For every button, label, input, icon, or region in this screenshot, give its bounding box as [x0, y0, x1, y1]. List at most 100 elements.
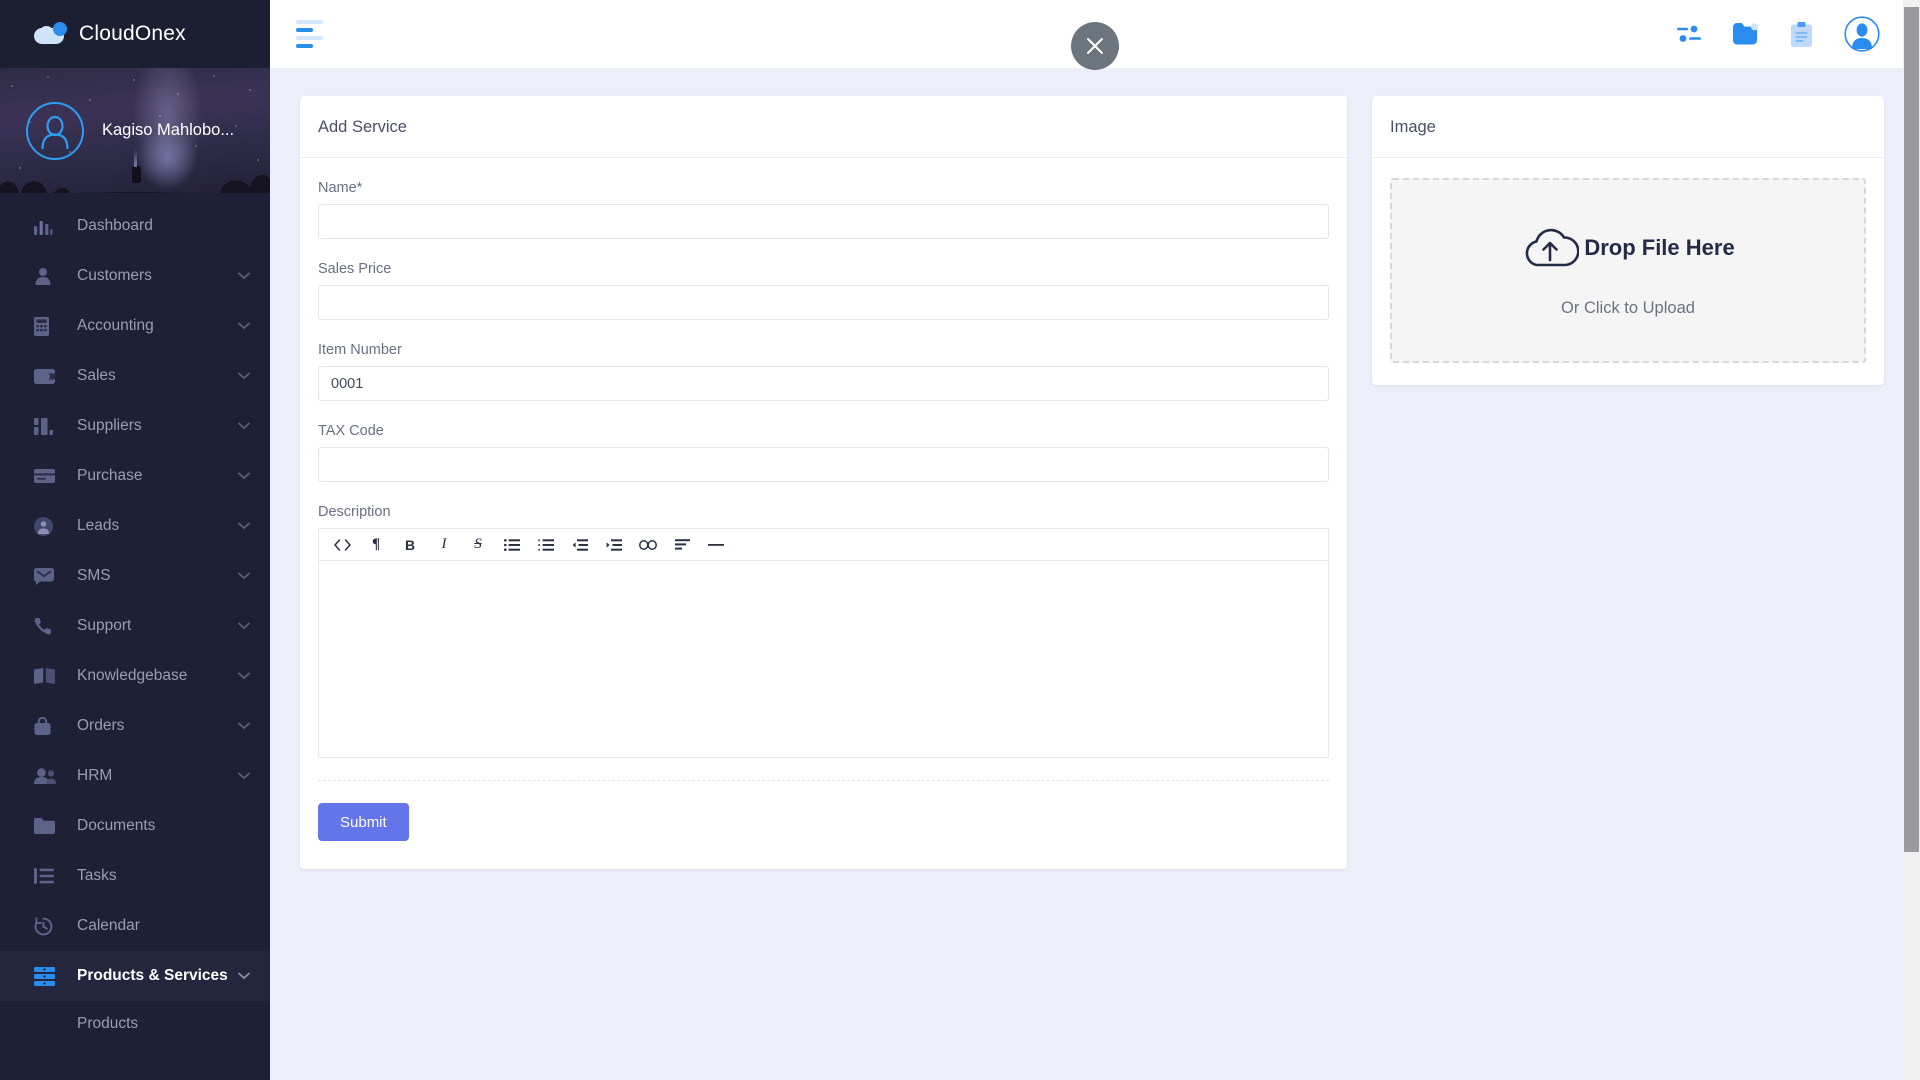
sidebar-item-label: SMS — [77, 567, 111, 584]
sidebar-item-label: Sales — [77, 367, 116, 384]
submit-row: Submit — [318, 781, 1329, 869]
italic-icon[interactable]: I — [427, 529, 461, 560]
chevron-down-icon — [238, 267, 250, 285]
horizontal-rule-icon[interactable] — [699, 529, 733, 560]
user-avatar-icon[interactable] — [1844, 16, 1880, 52]
user-avatar-icon[interactable] — [26, 101, 84, 160]
bold-icon[interactable]: B — [393, 529, 427, 560]
description-editor[interactable] — [318, 561, 1329, 758]
item-number-input[interactable] — [318, 366, 1329, 401]
field-label: TAX Code — [318, 423, 384, 439]
main-area: Add Service Name* Sales Price Item Numbe… — [270, 0, 1920, 1080]
cloud-upload-icon — [1521, 224, 1580, 273]
tax-code-input[interactable] — [318, 447, 1329, 482]
link-icon[interactable] — [631, 529, 665, 560]
brand-header[interactable]: CloudOnex — [0, 0, 270, 68]
sidebar-item-label: Documents — [77, 817, 156, 834]
unordered-list-icon[interactable] — [495, 529, 529, 560]
brand-name: CloudOnex — [79, 22, 186, 45]
submit-button[interactable]: Submit — [318, 803, 409, 841]
sidebar: CloudOnex Kagiso Mahlobo... Dashboard Cu… — [0, 0, 270, 1080]
card-title: Add Service — [300, 96, 1347, 158]
chevron-down-icon — [238, 617, 250, 635]
users-icon — [34, 768, 59, 784]
sidebar-item-leads[interactable]: Leads — [0, 501, 270, 551]
sidebar-item-label: Support — [77, 617, 132, 634]
sidebar-item-orders[interactable]: Orders — [0, 701, 270, 751]
sidebar-item-customers[interactable]: Customers — [0, 251, 270, 301]
user-icon — [34, 267, 59, 285]
close-button[interactable] — [1071, 22, 1119, 70]
name-input[interactable] — [318, 204, 1329, 239]
ordered-list-icon[interactable] — [529, 529, 563, 560]
chevron-down-icon — [238, 317, 250, 335]
chevron-down-icon — [238, 367, 250, 385]
page-scrollbar-thumb[interactable] — [1904, 7, 1919, 852]
field-item-number: Item Number — [318, 342, 1329, 401]
profile-block[interactable]: Kagiso Mahlobo... — [0, 68, 270, 193]
field-label: Sales Price — [318, 261, 392, 277]
sidebar-item-products-and-services[interactable]: Products & Services — [0, 951, 270, 1001]
sidebar-item-label: Leads — [77, 517, 120, 534]
form-body: Name* Sales Price Item Number TAX Code D — [300, 158, 1347, 869]
paragraph-icon[interactable]: ¶ — [359, 529, 393, 560]
code-icon[interactable] — [325, 529, 359, 560]
outdent-icon[interactable] — [563, 529, 597, 560]
dropzone-title: Drop File Here — [1584, 235, 1735, 260]
dropzone-title-row: Drop File Here — [1521, 224, 1735, 273]
sidebar-item-purchase[interactable]: Purchase — [0, 451, 270, 501]
top-bar — [270, 0, 1920, 70]
settings-sliders-icon[interactable] — [1677, 24, 1701, 44]
dropzone-subtitle: Or Click to Upload — [1561, 298, 1695, 317]
align-left-icon[interactable] — [665, 529, 699, 560]
editor-toolbar: ¶ B I S — [318, 528, 1329, 561]
hiker-decoration — [132, 149, 141, 183]
server-icon — [34, 966, 59, 986]
sidebar-subitem-label: Products — [77, 1015, 139, 1032]
sidebar-item-hrm[interactable]: HRM — [0, 751, 270, 801]
buildings-icon — [34, 417, 59, 435]
sidebar-subitem-products[interactable]: Products — [0, 1001, 270, 1047]
sidebar-item-accounting[interactable]: Accounting — [0, 301, 270, 351]
close-icon — [1087, 38, 1103, 54]
sidebar-item-knowledgebase[interactable]: Knowledgebase — [0, 651, 270, 701]
field-sales-price: Sales Price — [318, 261, 1329, 320]
field-name: Name* — [318, 180, 1329, 239]
chevron-down-icon — [238, 667, 250, 685]
chevron-down-icon — [238, 467, 250, 485]
chevron-down-icon — [238, 767, 250, 785]
sidebar-item-label: Tasks — [77, 867, 117, 884]
sidebar-nav: Dashboard Customers Accounting Sales Sup… — [0, 193, 270, 1047]
sidebar-item-documents[interactable]: Documents — [0, 801, 270, 851]
hamburger-icon[interactable] — [296, 20, 324, 48]
chevron-down-icon — [238, 567, 250, 585]
sidebar-item-support[interactable]: Support — [0, 601, 270, 651]
folder-notification-icon[interactable] — [1733, 23, 1759, 45]
sidebar-item-sms[interactable]: SMS — [0, 551, 270, 601]
chevron-down-icon — [238, 517, 250, 535]
indent-icon[interactable] — [597, 529, 631, 560]
book-icon — [34, 668, 59, 684]
cloud-icon — [34, 21, 68, 47]
sales-price-input[interactable] — [318, 285, 1329, 320]
sidebar-item-label: Products & Services — [77, 967, 228, 984]
chevron-down-icon — [238, 417, 250, 435]
user-circle-icon — [34, 516, 59, 536]
phone-icon — [34, 617, 59, 635]
sidebar-item-suppliers[interactable]: Suppliers — [0, 401, 270, 451]
sidebar-item-label: Calendar — [77, 917, 140, 934]
sidebar-item-label: Dashboard — [77, 217, 153, 234]
calculator-icon — [34, 316, 59, 336]
file-dropzone[interactable]: Drop File Here Or Click to Upload — [1390, 178, 1866, 363]
sidebar-item-sales[interactable]: Sales — [0, 351, 270, 401]
bag-icon — [34, 717, 59, 735]
add-service-card: Add Service Name* Sales Price Item Numbe… — [300, 96, 1347, 869]
sidebar-item-calendar[interactable]: Calendar — [0, 901, 270, 951]
clipboard-icon[interactable] — [1791, 21, 1812, 47]
sidebar-item-tasks[interactable]: Tasks — [0, 851, 270, 901]
card-icon — [34, 469, 59, 483]
envelope-icon — [34, 567, 59, 585]
strikethrough-icon[interactable]: S — [461, 529, 495, 560]
image-card: Image Drop File Here Or Click to Upload — [1372, 96, 1884, 385]
sidebar-item-dashboard[interactable]: Dashboard — [0, 201, 270, 251]
